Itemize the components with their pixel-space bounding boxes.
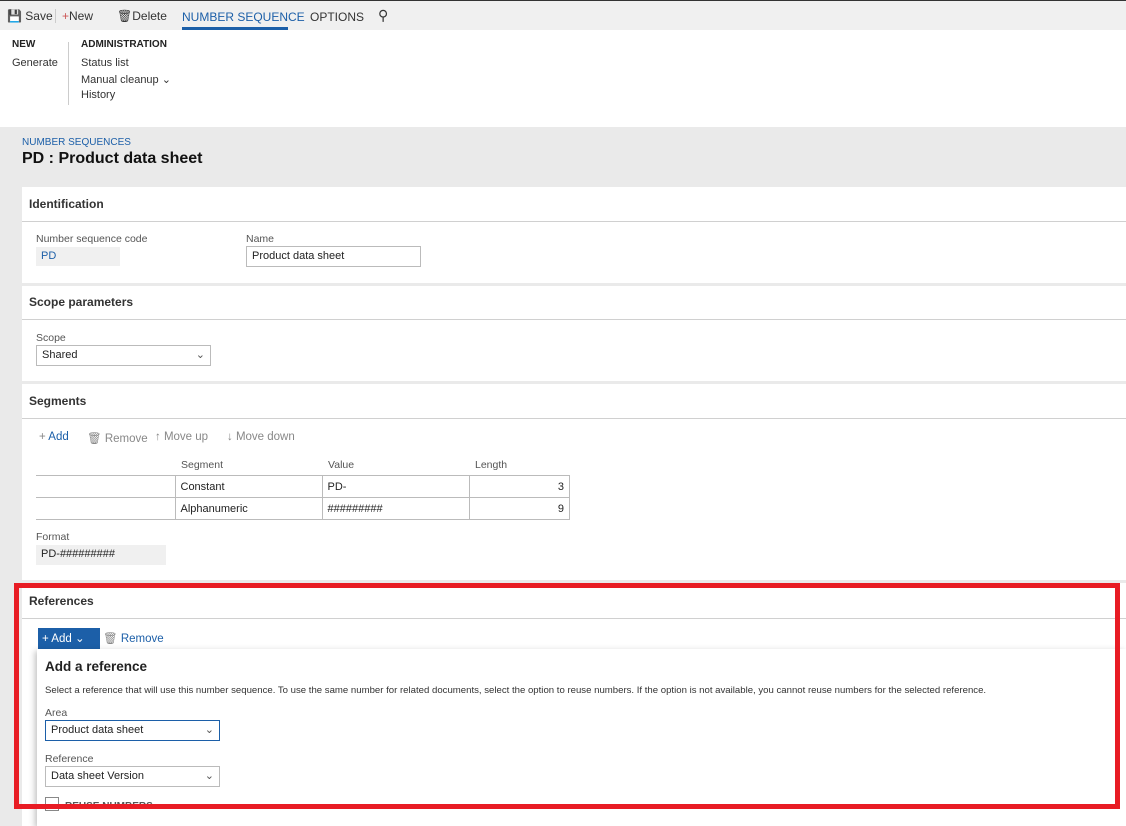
group-header-new: NEW <box>12 39 36 50</box>
scope-section: Scope parameters Scope Shared ⌄ <box>22 286 1126 381</box>
plus-icon: + <box>62 9 70 23</box>
trash-icon: 🗑 <box>87 433 102 445</box>
history-button[interactable]: History <box>81 89 115 101</box>
save-button[interactable]: 💾 Save <box>7 9 53 23</box>
section-header[interactable]: Identification <box>29 197 104 211</box>
table-row[interactable]: Constant PD- 3 <box>36 475 570 498</box>
arrow-up-icon: ↑ <box>155 431 161 443</box>
segment-remove-button[interactable]: 🗑 Remove <box>87 431 148 445</box>
name-label: Name <box>246 233 275 245</box>
plus-icon: + <box>39 431 46 443</box>
chevron-down-icon: ⌄ <box>195 349 205 361</box>
scope-label: Scope <box>36 332 66 344</box>
section-header[interactable]: Scope parameters <box>29 295 133 309</box>
code-label: Number sequence code <box>36 233 148 245</box>
format-field: PD-######### <box>36 545 166 565</box>
group-header-administration: ADMINISTRATION <box>81 39 167 50</box>
move-up-button[interactable]: ↑ Move up <box>155 431 208 443</box>
generate-button[interactable]: Generate <box>12 57 58 69</box>
segments-section: Segments + Add 🗑 Remove ↑ Move up ↓ Move… <box>22 384 1126 580</box>
delete-button[interactable]: 🗑Delete <box>117 9 167 23</box>
section-header[interactable]: Segments <box>29 394 86 408</box>
new-button[interactable]: +New <box>55 9 93 23</box>
move-down-button[interactable]: ↓ Move down <box>227 431 295 443</box>
action-pane: 💾 Save +New 🗑Delete NUMBER SEQUENCE OPTI… <box>0 0 1126 30</box>
search-icon[interactable]: ⚲ <box>378 7 388 24</box>
highlight-box <box>14 583 1120 809</box>
ribbon: NEW Generate ADMINISTRATION Status list … <box>0 30 1126 127</box>
page-title: PD : Product data sheet <box>22 150 203 167</box>
table-row[interactable]: Alphanumeric ######### 9 <box>36 497 570 520</box>
code-field: PD <box>36 247 120 266</box>
arrow-down-icon: ↓ <box>227 431 233 443</box>
column-header-length[interactable]: Length <box>475 459 507 471</box>
identification-section: Identification Number sequence code PD N… <box>22 187 1126 283</box>
breadcrumb[interactable]: NUMBER SEQUENCES <box>22 137 131 148</box>
manual-cleanup-button[interactable]: Manual cleanup ⌄ <box>81 73 171 86</box>
format-label: Format <box>36 531 70 543</box>
column-header-value[interactable]: Value <box>328 459 354 471</box>
trash-icon: 🗑 <box>117 9 133 23</box>
status-list-button[interactable]: Status list <box>81 57 129 69</box>
tab-options[interactable]: OPTIONS <box>310 10 364 24</box>
segments-grid: Constant PD- 3 Alphanumeric ######### 9 <box>36 475 570 520</box>
segment-add-button[interactable]: + Add <box>39 431 69 443</box>
name-input[interactable]: Product data sheet <box>246 246 421 267</box>
divider <box>68 42 69 105</box>
scope-select[interactable]: Shared ⌄ <box>36 345 211 366</box>
tab-number-sequence[interactable]: NUMBER SEQUENCE <box>182 10 305 24</box>
column-header-segment[interactable]: Segment <box>181 459 223 471</box>
save-icon: 💾 <box>7 9 22 23</box>
chevron-down-icon: ⌄ <box>161 74 171 86</box>
